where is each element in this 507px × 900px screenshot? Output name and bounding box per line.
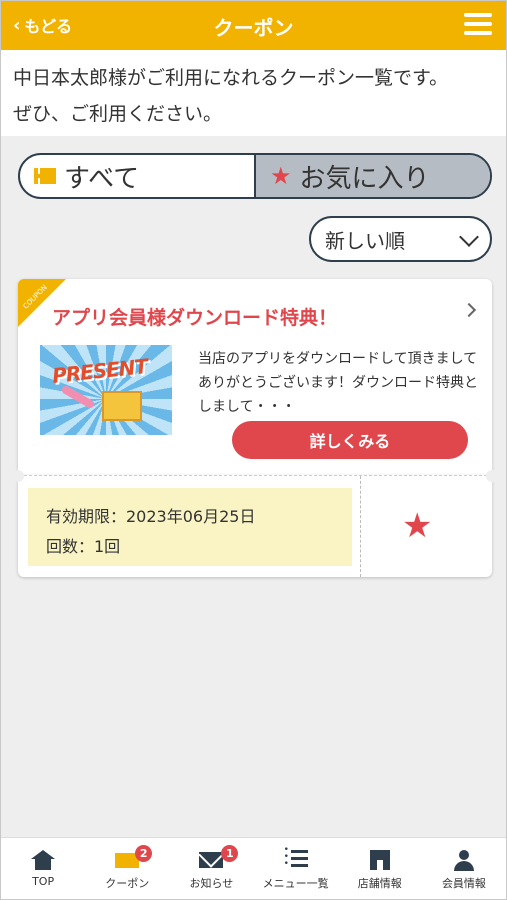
intro-line-2: ぜひ、ご利用ください。 bbox=[13, 103, 223, 125]
list-icon bbox=[284, 847, 308, 870]
ribbon-graphic bbox=[60, 384, 96, 410]
tab-all-label: すべて bbox=[64, 163, 140, 194]
notification-badge: 2 bbox=[135, 845, 153, 862]
nav-label: お知らせ bbox=[189, 877, 234, 890]
nav-label: TOP bbox=[32, 875, 55, 888]
coupon-validity-box: 有効期限：2023年06月25日 回数：1回 bbox=[28, 488, 352, 566]
nav-item-shop[interactable]: 店舗情報 bbox=[338, 838, 422, 899]
ticket-icon bbox=[34, 168, 56, 184]
page-title: クーポン bbox=[213, 16, 294, 40]
intro-message: 中日本太郎様がご利用になれるクーポン一覧です。 ぜひ、ご利用ください。 bbox=[1, 50, 506, 136]
nav-label: メニュー一覧 bbox=[262, 877, 329, 890]
coupon-card[interactable]: COUPON アプリ会員様ダウンロード特典！ PRESENT 当店のアプリをダウ… bbox=[18, 279, 492, 475]
bottom-nav: TOP 2 クーポン 1 お知らせ メニュー一覧 店舗情報 会員情報 bbox=[1, 837, 506, 899]
tab-favorites-label: お気に入り bbox=[299, 163, 430, 194]
intro-line-1: 中日本太郎様がご利用になれるクーポン一覧です。 bbox=[13, 67, 449, 89]
coupon-title: アプリ会員様ダウンロード特典！ bbox=[52, 307, 338, 329]
coupon-description: 当店のアプリをダウンロードして頂きましてありがとうございます！ダウンロード特典と… bbox=[198, 351, 478, 415]
mail-icon bbox=[199, 850, 224, 870]
ticket-notch-left bbox=[12, 470, 24, 482]
tab-favorites[interactable]: ★ お気に入り bbox=[254, 155, 490, 197]
app-frame: ‹ もどる クーポン 中日本太郎様がご利用になれるクーポン一覧です。 ぜひ、ご利… bbox=[0, 0, 507, 900]
home-icon bbox=[31, 850, 56, 870]
filter-tabs: すべて ★ お気に入り bbox=[18, 153, 492, 199]
notification-badge: 1 bbox=[221, 845, 239, 862]
nav-item-menu[interactable]: メニュー一覧 bbox=[254, 838, 338, 899]
nav-label: クーポン bbox=[105, 877, 150, 890]
shop-icon bbox=[368, 850, 392, 870]
sort-select[interactable]: 新しい順 bbox=[309, 216, 492, 262]
user-icon bbox=[452, 850, 476, 871]
coupon-image: PRESENT bbox=[40, 345, 172, 435]
favorite-star-icon[interactable]: ★ bbox=[402, 506, 432, 546]
divider bbox=[360, 476, 361, 577]
nav-item-member[interactable]: 会員情報 bbox=[422, 838, 506, 899]
gift-box-graphic bbox=[102, 391, 142, 421]
hamburger-menu-icon[interactable] bbox=[464, 13, 492, 37]
nav-item-news[interactable]: 1 お知らせ bbox=[169, 838, 253, 899]
coupon-info-strip: 有効期限：2023年06月25日 回数：1回 ★ bbox=[12, 470, 498, 577]
tab-all[interactable]: すべて bbox=[20, 155, 254, 197]
star-icon: ★ bbox=[270, 162, 292, 190]
present-word: PRESENT bbox=[51, 354, 149, 388]
nav-label: 店舗情報 bbox=[357, 877, 402, 890]
detail-button[interactable]: 詳しくみる bbox=[232, 421, 468, 459]
expiry-date: 有効期限：2023年06月25日 bbox=[46, 507, 256, 526]
chevron-down-icon bbox=[459, 227, 479, 247]
sort-selected-value: 新しい順 bbox=[325, 228, 405, 253]
ticket-notch-right bbox=[486, 470, 498, 482]
chevron-right-icon[interactable] bbox=[461, 302, 477, 318]
nav-item-coupon[interactable]: 2 クーポン bbox=[85, 838, 169, 899]
nav-label: 会員情報 bbox=[441, 877, 486, 890]
usage-count: 回数：1回 bbox=[46, 537, 121, 556]
header-bar: ‹ もどる クーポン bbox=[1, 1, 506, 50]
nav-item-top[interactable]: TOP bbox=[1, 838, 85, 899]
